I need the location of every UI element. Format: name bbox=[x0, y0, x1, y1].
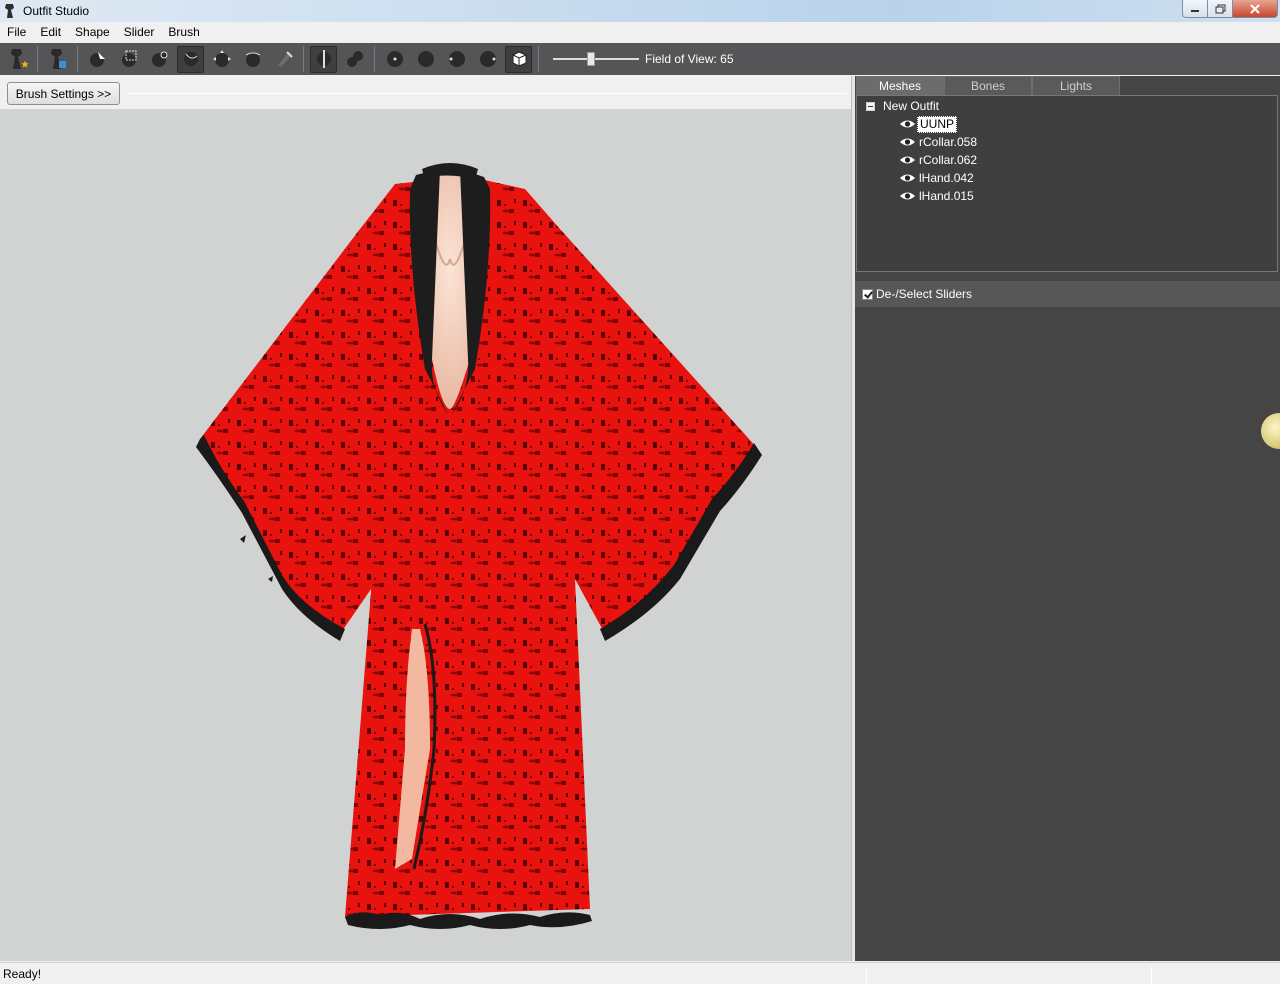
select-sliders-checkbox[interactable] bbox=[862, 288, 873, 300]
brush-settings-divider bbox=[126, 93, 847, 94]
mesh-tree: New Outfit UUNP rCollar.058 rCollar.062 … bbox=[856, 95, 1278, 272]
collapse-icon[interactable] bbox=[866, 101, 875, 111]
slider-list[interactable] bbox=[855, 307, 1280, 961]
mesh-item[interactable]: rCollar.062 bbox=[899, 152, 979, 168]
outfit-panel: Meshes Bones Lights New Outfit UUNP rCol… bbox=[855, 76, 1280, 961]
mesh-item-label: UUNP bbox=[917, 115, 958, 133]
select-tool-icon bbox=[89, 52, 105, 67]
move-tool-icon bbox=[212, 50, 231, 67]
deflate-tool-icon bbox=[183, 52, 198, 66]
panel-tabs: Meshes Bones Lights bbox=[855, 76, 1280, 95]
menu-slider[interactable]: Slider bbox=[117, 22, 162, 42]
tab-meshes[interactable]: Meshes bbox=[856, 76, 944, 95]
select-sliders-label[interactable]: De-/Select Sliders bbox=[876, 287, 972, 301]
x-mirror-icon bbox=[316, 50, 331, 68]
tab-lights[interactable]: Lights bbox=[1032, 76, 1120, 95]
visibility-eye-icon[interactable] bbox=[899, 173, 916, 183]
menu-bar: File Edit Shape Slider Brush bbox=[0, 22, 1280, 42]
smooth-tool-icon bbox=[245, 52, 260, 67]
menu-edit[interactable]: Edit bbox=[33, 22, 68, 42]
close-icon bbox=[1250, 3, 1260, 14]
weight-tool-icon bbox=[277, 51, 293, 67]
tree-root-label: New Outfit bbox=[883, 99, 940, 113]
mesh-item[interactable]: UUNP bbox=[899, 115, 958, 133]
tree-root[interactable]: New Outfit bbox=[866, 99, 939, 113]
toolbar: Field of View: 65 bbox=[0, 43, 1280, 75]
status-divider bbox=[866, 966, 867, 983]
visibility-eye-icon[interactable] bbox=[899, 119, 916, 129]
window-title: Outfit Studio bbox=[23, 4, 90, 18]
perspective-icon bbox=[512, 51, 526, 67]
minimize-icon bbox=[1191, 9, 1199, 12]
inflate-tool-button[interactable] bbox=[146, 46, 173, 73]
front-view-icon bbox=[386, 51, 403, 67]
smooth-tool-button[interactable] bbox=[239, 46, 266, 73]
visibility-eye-icon[interactable] bbox=[899, 137, 916, 147]
toolbar-separator bbox=[538, 46, 539, 72]
menu-shape[interactable]: Shape bbox=[68, 22, 117, 42]
front-view-button[interactable] bbox=[381, 46, 408, 73]
mesh-item-label: rCollar.062 bbox=[919, 152, 978, 167]
close-button[interactable] bbox=[1233, 0, 1278, 18]
load-outfit-button[interactable] bbox=[44, 46, 71, 73]
back-view-button[interactable] bbox=[412, 46, 439, 73]
mesh-item-label: lHand.015 bbox=[919, 188, 974, 203]
outfit-model bbox=[196, 163, 762, 929]
back-view-icon bbox=[417, 51, 434, 67]
mesh-item[interactable]: lHand.015 bbox=[899, 188, 976, 204]
sliders-header: De-/Select Sliders bbox=[855, 281, 1280, 307]
visibility-eye-icon[interactable] bbox=[899, 155, 916, 165]
app-icon bbox=[5, 4, 14, 18]
left-view-icon bbox=[448, 51, 465, 67]
toolbar-separator bbox=[303, 46, 304, 72]
select-tool-button[interactable] bbox=[84, 46, 111, 73]
tab-bones[interactable]: Bones bbox=[944, 76, 1032, 95]
visibility-eye-icon[interactable] bbox=[899, 191, 916, 201]
fov-slider[interactable] bbox=[553, 49, 639, 69]
connected-button[interactable] bbox=[341, 46, 368, 73]
toolbar-separator bbox=[77, 46, 78, 72]
mesh-item[interactable]: lHand.042 bbox=[899, 170, 976, 186]
weight-tool-button[interactable] bbox=[270, 46, 297, 73]
restore-icon bbox=[1215, 4, 1225, 13]
new-project-icon bbox=[10, 49, 29, 69]
left-view-button[interactable] bbox=[443, 46, 470, 73]
toolbar-separator bbox=[374, 46, 375, 72]
inflate-tool-icon bbox=[151, 51, 167, 67]
status-text: Ready! bbox=[3, 967, 42, 981]
restore-button[interactable] bbox=[1208, 0, 1233, 18]
brush-settings-row: Brush Settings >> bbox=[0, 76, 851, 109]
right-view-button[interactable] bbox=[474, 46, 501, 73]
fov-slider-track bbox=[553, 58, 639, 60]
minimize-button[interactable] bbox=[1182, 0, 1208, 18]
fov-label: Field of View: 65 bbox=[645, 52, 734, 66]
mask-tool-button[interactable] bbox=[115, 46, 142, 73]
load-outfit-icon bbox=[50, 49, 66, 69]
mesh-item-label: rCollar.058 bbox=[919, 134, 978, 149]
mesh-item-label: lHand.042 bbox=[919, 170, 974, 185]
new-project-button[interactable] bbox=[4, 46, 31, 73]
menu-brush[interactable]: Brush bbox=[161, 22, 206, 42]
mesh-item[interactable]: rCollar.058 bbox=[899, 134, 979, 150]
fov-slider-thumb[interactable] bbox=[587, 52, 596, 66]
connected-icon bbox=[346, 51, 363, 67]
window-controls bbox=[1182, 0, 1278, 18]
move-tool-button[interactable] bbox=[208, 46, 235, 73]
toolbar-separator bbox=[37, 46, 38, 72]
mask-tool-icon bbox=[121, 50, 136, 67]
right-view-icon bbox=[479, 51, 496, 67]
x-mirror-button[interactable] bbox=[310, 45, 337, 73]
perspective-button[interactable] bbox=[505, 45, 532, 73]
viewport-pane: Brush Settings >> bbox=[0, 76, 851, 961]
status-bar: Ready! bbox=[0, 962, 1280, 984]
3d-viewport[interactable] bbox=[0, 109, 851, 961]
title-bar: Outfit Studio bbox=[0, 0, 1280, 22]
deflate-tool-button[interactable] bbox=[177, 45, 204, 73]
menu-file[interactable]: File bbox=[0, 22, 33, 42]
brush-settings-button[interactable]: Brush Settings >> bbox=[7, 82, 120, 105]
status-divider bbox=[1151, 966, 1152, 983]
